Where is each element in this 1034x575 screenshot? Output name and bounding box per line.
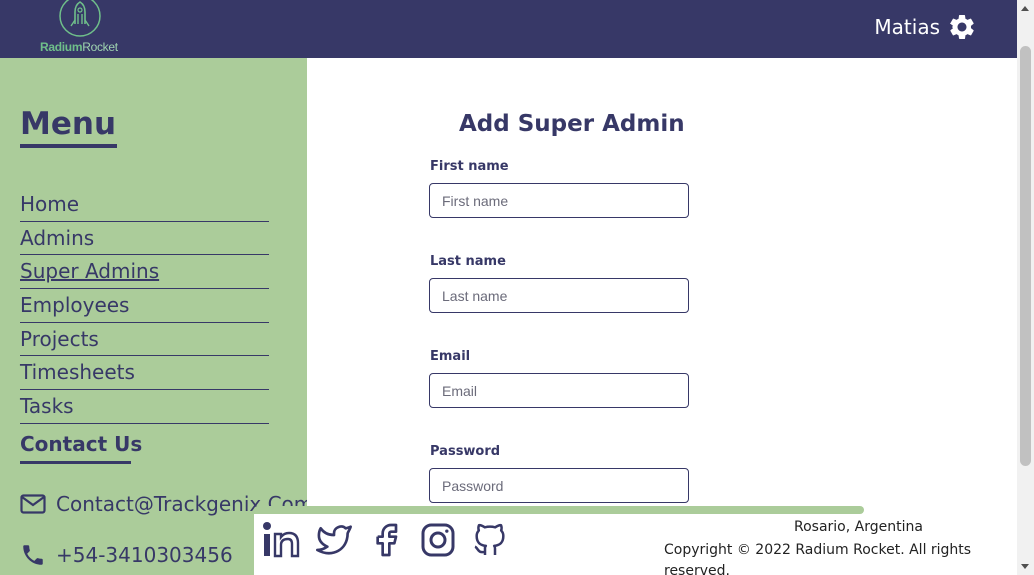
footer-copyright: Copyright © 2022 Radium Rocket. All righ…: [664, 542, 972, 575]
scroll-up-arrow-icon[interactable]: [1021, 6, 1029, 11]
phone-icon: [23, 545, 43, 565]
gear-icon[interactable]: [947, 12, 977, 42]
github-icon[interactable]: [470, 520, 510, 560]
sidebar-nav: Home Admins Super Admins Employees Proje…: [20, 188, 269, 424]
password-input[interactable]: [429, 468, 689, 503]
sidebar-item-admins[interactable]: Admins: [20, 222, 269, 256]
sidebar-item-super-admins[interactable]: Super Admins: [20, 255, 269, 290]
sidebar-item-home[interactable]: Home: [20, 188, 269, 222]
contact-title: Contact Us: [20, 432, 142, 464]
page-scrollbar[interactable]: [1017, 0, 1034, 575]
email-label: Email: [430, 349, 471, 364]
email-input[interactable]: [429, 373, 689, 408]
rocket-logo-icon: [59, 0, 101, 37]
twitter-icon[interactable]: [314, 520, 354, 560]
facebook-icon[interactable]: [366, 520, 406, 560]
instagram-icon[interactable]: [418, 520, 458, 560]
footer-location: Rosario, Argentina: [794, 519, 923, 535]
top-header: RadiumRocket Matias: [0, 0, 1017, 58]
sidebar-item-timesheets[interactable]: Timesheets: [20, 356, 269, 391]
sidebar-item-tasks[interactable]: Tasks: [20, 390, 269, 424]
last-name-label: Last name: [430, 254, 506, 269]
social-links: [262, 520, 510, 560]
last-name-input[interactable]: [429, 278, 689, 313]
menu-title: Menu: [20, 106, 117, 148]
user-menu[interactable]: Matias: [874, 12, 977, 42]
radium-rocket-logo[interactable]: RadiumRocket: [40, 0, 120, 56]
envelope-icon: [20, 494, 46, 514]
first-name-label: First name: [430, 159, 509, 174]
contact-phone-text[interactable]: +54-3410303456: [56, 543, 233, 567]
first-name-input[interactable]: [429, 183, 689, 218]
form-title: Add Super Admin: [459, 111, 685, 137]
footer: Rosario, Argentina Copyright © 2022 Radi…: [254, 514, 1017, 575]
scroll-down-arrow-icon[interactable]: [1021, 564, 1029, 569]
password-label: Password: [430, 444, 501, 459]
contact-phone[interactable]: +54-3410303456: [20, 542, 233, 568]
user-name[interactable]: Matias: [874, 15, 940, 39]
scrollbar-thumb[interactable]: [1020, 46, 1031, 466]
footer-divider: [254, 506, 864, 514]
linkedin-icon[interactable]: [262, 520, 302, 560]
sidebar: Menu Home Admins Super Admins Employees …: [0, 58, 307, 575]
logo-wordmark: RadiumRocket: [40, 40, 118, 54]
sidebar-item-projects[interactable]: Projects: [20, 323, 269, 357]
sidebar-item-employees[interactable]: Employees: [20, 289, 269, 323]
